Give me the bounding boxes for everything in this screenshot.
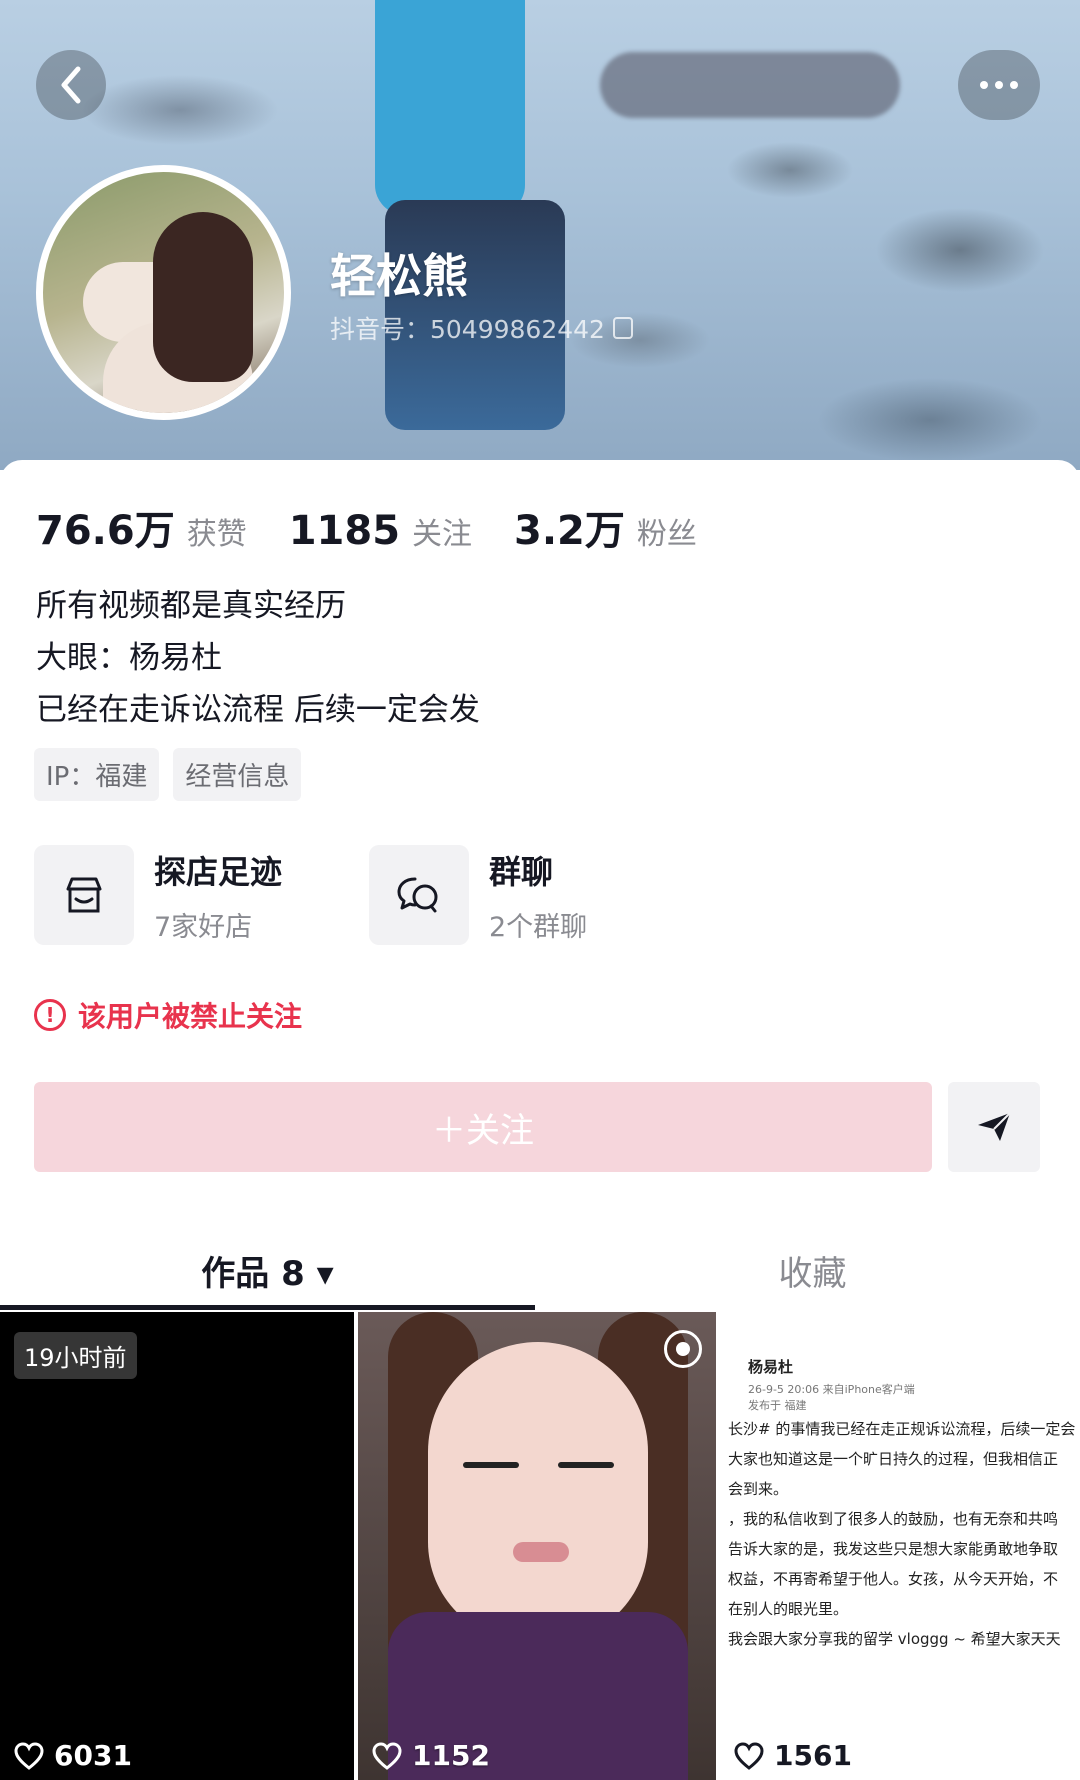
heart-icon xyxy=(734,1741,764,1770)
chevron-left-icon xyxy=(61,66,81,104)
stat-number: 76.6万 xyxy=(36,508,175,554)
like-count: 1152 xyxy=(372,1739,490,1772)
feature-group-chat[interactable]: 群聊 2个群聊 xyxy=(369,845,704,945)
like-count-value: 1152 xyxy=(412,1739,490,1772)
alert-icon: ! xyxy=(34,999,66,1031)
post-line: 长沙# 的事情我已经在走正规诉讼流程，后续一定会 xyxy=(728,1420,1076,1438)
heart-icon xyxy=(14,1741,44,1770)
time-badge: 19小时前 xyxy=(14,1332,137,1379)
back-button[interactable] xyxy=(36,50,106,120)
post-body: 长沙# 的事情我已经在走正规诉讼流程，后续一定会 大家也知道这是一个旷日持久的过… xyxy=(728,1414,1078,1654)
post-line: 在别人的眼光里。 xyxy=(728,1600,849,1618)
tag-row: IP：福建 经营信息 xyxy=(34,748,302,801)
follow-banned-notice: ! 该用户被禁止关注 xyxy=(34,995,302,1035)
post-line: ，我的私信收到了很多人的鼓励，也有无奈和共鸣 xyxy=(728,1510,1059,1528)
like-count: 6031 xyxy=(14,1739,132,1772)
profile-name: 轻松熊 xyxy=(330,249,468,303)
post-line: 我会跟大家分享我的留学 vloggg ~ 希望大家天天 xyxy=(728,1630,1061,1648)
feature-subtitle: 2个群聊 xyxy=(489,911,588,943)
stat-following[interactable]: 1185 关注 xyxy=(289,508,472,554)
share-button[interactable] xyxy=(948,1082,1040,1172)
bio-line: 大眼：杨易杜 xyxy=(36,640,222,676)
post-line: 会到来。 xyxy=(728,1480,789,1498)
like-count-value: 1561 xyxy=(774,1739,852,1772)
tab-favorites[interactable]: 收藏 xyxy=(545,1220,1080,1320)
bio-line: 所有视频都是真实经历 xyxy=(36,588,346,624)
profile-card: 76.6万 获赞 1185 关注 3.2万 粉丝 所有视频都是真实经历 大眼：杨… xyxy=(0,460,1080,1320)
video-thumbnail[interactable]: 杨易杜 26-9-5 20:06 来自iPhone客户端 发布于 福建 长沙# … xyxy=(720,1312,1080,1780)
shop-icon xyxy=(34,845,134,945)
like-count: 1561 xyxy=(734,1739,852,1772)
video-thumbnail[interactable]: 1152 xyxy=(358,1312,716,1780)
blurred-area xyxy=(600,52,900,118)
heart-icon xyxy=(372,1741,402,1770)
business-info-tag[interactable]: 经营信息 xyxy=(173,748,302,801)
group-chat-icon xyxy=(369,845,469,945)
follow-button[interactable]: ＋关注 xyxy=(34,1082,932,1172)
send-icon xyxy=(978,1112,1011,1141)
stat-likes[interactable]: 76.6万 获赞 xyxy=(36,498,247,556)
stat-label: 获赞 xyxy=(186,517,247,552)
post-meta: 26-9-5 20:06 来自iPhone客户端 xyxy=(748,1383,915,1396)
stat-followers[interactable]: 3.2万 粉丝 xyxy=(514,498,697,556)
active-tab-indicator xyxy=(0,1305,535,1310)
post-location: 发布于 福建 xyxy=(748,1399,807,1412)
bio: 所有视频都是真实经历 大眼：杨易杜 已经在走诉讼流程 后续一定会发 xyxy=(36,580,480,736)
video-thumbnail[interactable]: 19小时前 6031 xyxy=(0,1312,354,1780)
bio-line: 已经在走诉讼流程 后续一定会发 xyxy=(36,692,480,728)
avatar[interactable] xyxy=(36,165,291,420)
post-screenshot: 杨易杜 26-9-5 20:06 来自iPhone客户端 发布于 福建 长沙# … xyxy=(728,1352,1078,1654)
warning-text: 该用户被禁止关注 xyxy=(78,1000,303,1033)
stat-label: 关注 xyxy=(412,517,473,552)
post-line: 告诉大家的是，我发这些只是想大家能勇敢地争取 xyxy=(728,1540,1059,1558)
stat-number: 3.2万 xyxy=(514,508,625,554)
stat-number: 1185 xyxy=(288,508,401,554)
more-dots-icon xyxy=(980,81,988,89)
feature-subtitle: 7家好店 xyxy=(154,911,253,943)
feature-title: 探店足迹 xyxy=(154,852,283,891)
post-author: 杨易杜 xyxy=(748,1358,794,1376)
works-grid: 19小时前 6031 1152 杨易杜 26-9-5 20:06 来自iPhon… xyxy=(0,1312,1080,1780)
feature-title: 群聊 xyxy=(489,852,554,891)
like-count-value: 6031 xyxy=(54,1739,132,1772)
ip-tag: IP：福建 xyxy=(34,748,160,801)
post-line: 大家也知道这是一个旷日持久的过程，但我相信正 xyxy=(728,1450,1059,1468)
cover-person xyxy=(375,0,525,215)
feature-row: 探店足迹 7家好店 群聊 2个群聊 xyxy=(34,845,704,945)
douyin-id[interactable]: 抖音号：50499862442 xyxy=(330,310,633,346)
post-line: 权益，不再寄希望于他人。女孩，从今天开始，不 xyxy=(728,1570,1059,1588)
stat-label: 粉丝 xyxy=(636,517,697,552)
live-photo-icon xyxy=(664,1330,702,1368)
stats-row: 76.6万 获赞 1185 关注 3.2万 粉丝 xyxy=(36,498,739,556)
more-button[interactable] xyxy=(958,50,1040,120)
feature-shop-visits[interactable]: 探店足迹 7家好店 xyxy=(34,845,369,945)
copy-icon[interactable] xyxy=(612,317,633,339)
douyin-id-text: 抖音号：50499862442 xyxy=(330,315,605,344)
